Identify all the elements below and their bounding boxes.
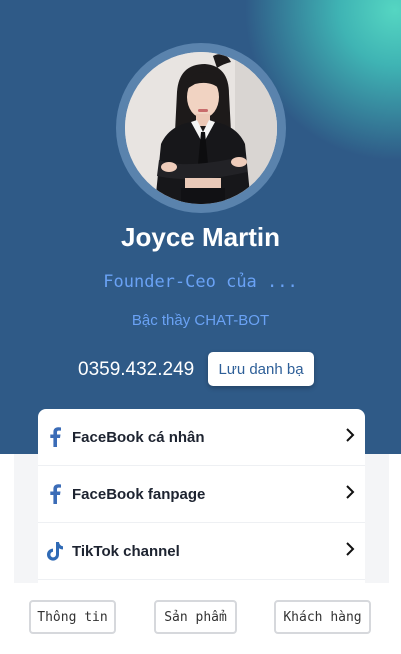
avatar [125,52,277,204]
tab-info[interactable]: Thông tin [29,600,116,634]
social-links-card: FaceBook cá nhân FaceBook fanpage TikTok… [38,409,365,583]
tab-customers[interactable]: Khách hàng [274,600,371,634]
link-label: FaceBook fanpage [72,485,206,503]
tab-products[interactable]: Sản phẩm [154,600,237,634]
chevron-right-icon [345,541,355,562]
profile-skill: Bậc thầy CHAT-BOT [131,312,270,329]
facebook-icon [38,427,72,447]
tiktok-icon [38,541,72,561]
link-facebook-personal[interactable]: FaceBook cá nhân [38,409,365,466]
avatar-ring [116,43,286,213]
link-facebook-fanpage[interactable]: FaceBook fanpage [38,466,365,523]
chevron-right-icon [345,427,355,448]
phone-number[interactable]: 0359.432.249 [78,359,194,381]
save-contact-button[interactable]: Lưu danh bạ [208,352,314,386]
link-label: FaceBook cá nhân [72,428,205,446]
chevron-right-icon [345,484,355,505]
profile-name: Joyce Martin [121,222,280,252]
profile-role: Founder-Ceo của ... [103,272,298,292]
facebook-icon [38,484,72,504]
link-tiktok-channel[interactable]: TikTok channel [38,523,365,580]
link-label: TikTok channel [72,542,180,560]
